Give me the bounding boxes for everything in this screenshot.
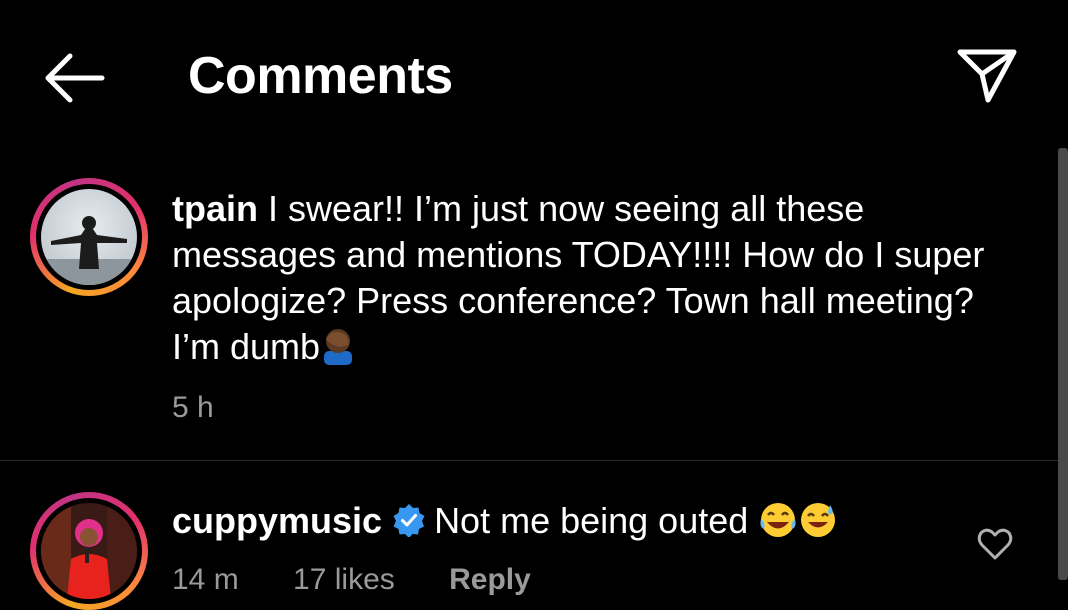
page-title: Comments <box>188 47 453 105</box>
scrollbar[interactable] <box>1058 148 1068 580</box>
sweat-smile-emoji <box>798 501 838 550</box>
like-button[interactable] <box>976 526 1014 562</box>
comment-body: tpain I swear!! I’m just now seeing all … <box>172 186 1002 376</box>
heart-icon <box>977 528 1013 560</box>
avatar[interactable] <box>30 178 148 296</box>
comment-meta: 14 m 17 likes Reply <box>172 562 577 598</box>
facepalm-emoji <box>320 325 356 376</box>
comment-text: I swear!! I’m just now seeing all these … <box>172 188 985 367</box>
share-button[interactable] <box>954 44 1020 106</box>
verified-badge-icon <box>393 504 425 537</box>
avatar-image <box>41 503 137 599</box>
comment-username[interactable]: cuppymusic <box>172 500 382 541</box>
avatar-image <box>41 189 137 285</box>
laughing-emoji <box>758 501 798 550</box>
comment-text: Not me being outed <box>434 500 749 541</box>
divider <box>0 460 1058 461</box>
arrow-left-icon <box>45 53 105 103</box>
comment-username[interactable]: tpain <box>172 188 258 229</box>
comment-timestamp: 5 h <box>172 391 214 424</box>
header-bar: Comments <box>0 0 1068 150</box>
comment-body: cuppymusic Not me being outed <box>172 498 952 550</box>
comment-meta: 5 h <box>172 390 260 426</box>
back-button[interactable] <box>38 48 108 108</box>
paper-plane-icon <box>957 49 1017 103</box>
avatar[interactable] <box>30 492 148 610</box>
